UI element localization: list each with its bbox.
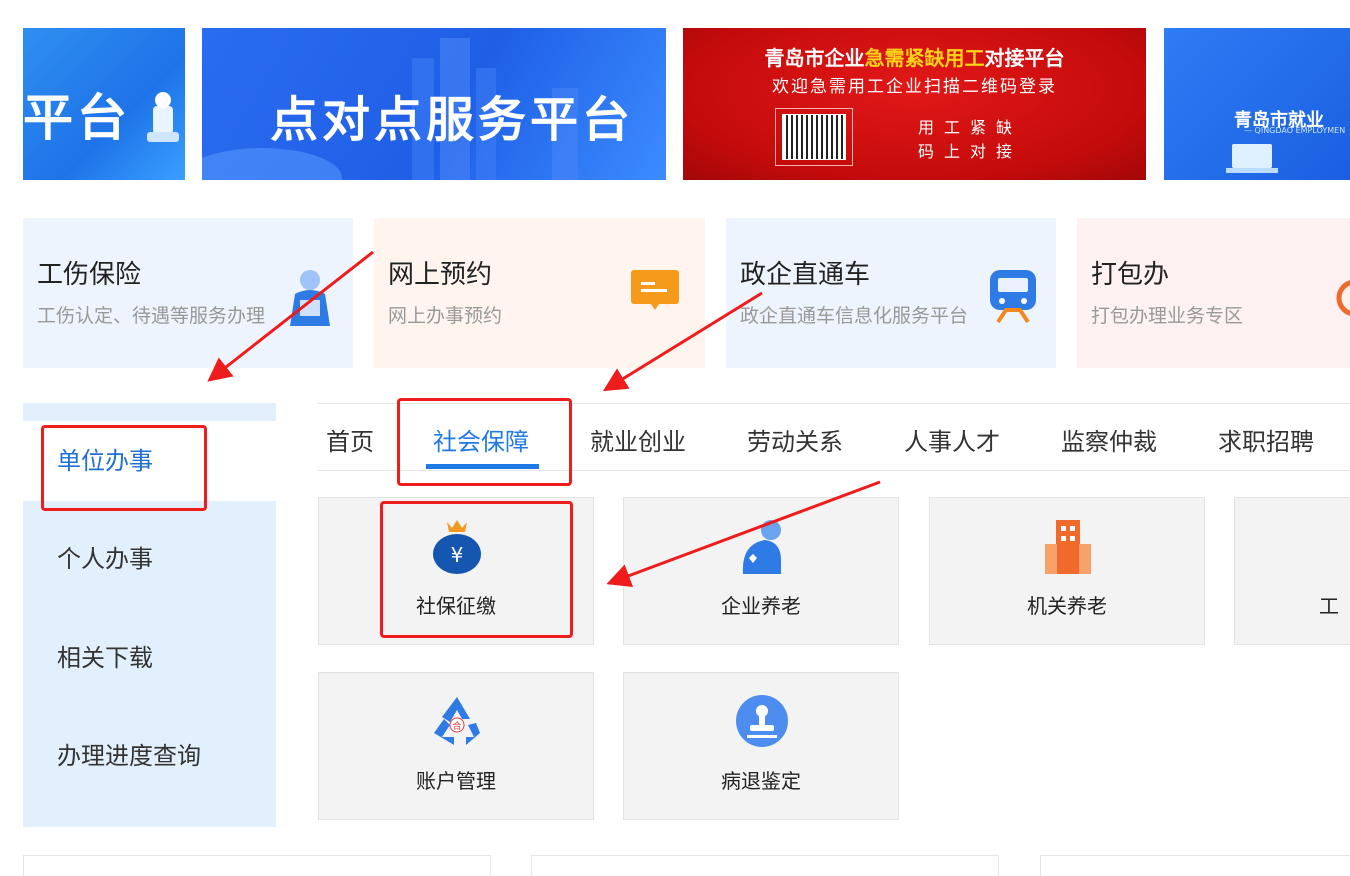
tile-illness-retirement[interactable]: 病退鉴定 — [623, 672, 899, 820]
annotation-box-social-tab — [397, 398, 572, 486]
service-title: 网上预约 — [388, 260, 493, 290]
tab-home[interactable]: 首页 — [326, 422, 374, 457]
bottom-panel-3 — [1040, 855, 1350, 876]
tile-enterprise-pension[interactable]: 企业养老 — [623, 497, 899, 645]
tab-arbitration[interactable]: 监察仲裁 — [1061, 422, 1157, 457]
banner-slogan-1: 用工紧缺 — [918, 118, 1023, 137]
bottom-panel-2 — [531, 855, 999, 876]
service-card-work-injury[interactable]: 工伤保险 工伤认定、待遇等服务办理 — [23, 218, 353, 368]
service-card-gov-express[interactable]: 政企直通车 政企直通车信息化服务平台 — [726, 218, 1056, 368]
laptop-icon — [1226, 144, 1278, 173]
building-icon — [1045, 520, 1091, 574]
bottom-panel-1 — [23, 855, 491, 876]
tile-label: 机关养老 — [1027, 594, 1107, 618]
tile-partial[interactable]: 工 — [1234, 497, 1350, 645]
robot-icon — [147, 92, 179, 142]
svg-text:合: 合 — [452, 720, 461, 732]
banner-headline: 青岛市企业急需紧缺用工对接平台 — [764, 46, 1065, 70]
banner-platform[interactable]: 平台 — [23, 28, 185, 180]
package-icon — [1336, 280, 1350, 316]
banner-qingdao-employment[interactable]: 青岛市就业 — QINGDAO EMPLOYMEN — [1164, 28, 1350, 180]
annotation-box-collection-tile — [380, 501, 573, 638]
tile-label: 工 — [1319, 594, 1339, 618]
train-icon — [990, 270, 1036, 324]
tile-label: 病退鉴定 — [721, 769, 801, 793]
tab-labor-relations[interactable]: 劳动关系 — [747, 422, 843, 457]
worker-icon — [290, 270, 330, 326]
tab-job-search[interactable]: 求职招聘 — [1218, 422, 1314, 457]
tile-label: 账户管理 — [416, 769, 496, 793]
qr-code-icon[interactable] — [782, 114, 846, 160]
service-card-online-booking[interactable]: 网上预约 网上办事预约 — [374, 218, 705, 368]
service-desc: 工伤认定、待遇等服务办理 — [37, 305, 266, 327]
banner-subline: 欢迎急需用工企业扫描二维码登录 — [772, 77, 1057, 97]
recycle-icon: 合 — [434, 697, 480, 745]
sidebar-item-progress[interactable]: 办理进度查询 — [23, 716, 276, 796]
tab-employment[interactable]: 就业创业 — [590, 422, 686, 457]
service-card-package[interactable]: 打包办 打包办理业务专区 — [1077, 218, 1350, 368]
tile-label: 企业养老 — [721, 594, 801, 618]
banner-slogan-2: 码上对接 — [918, 142, 1023, 161]
tab-personnel[interactable]: 人事人才 — [904, 422, 1000, 457]
service-desc: 打包办理业务专区 — [1091, 305, 1244, 327]
banner-title: 平台 — [23, 89, 131, 147]
banner-urgent-hiring[interactable]: 青岛市企业急需紧缺用工对接平台 欢迎急需用工企业扫描二维码登录 用工紧缺 码上对… — [683, 28, 1146, 180]
stamp-icon — [736, 695, 788, 747]
banner-title: 点对点服务平台 — [270, 92, 635, 148]
service-title: 打包办 — [1091, 260, 1170, 290]
elderly-icon — [742, 520, 781, 574]
tile-account-management[interactable]: 合 账户管理 — [318, 672, 594, 820]
tile-institution-pension[interactable]: 机关养老 — [929, 497, 1205, 645]
service-desc: 政企直通车信息化服务平台 — [740, 305, 969, 327]
banner-p2p-service[interactable]: 点对点服务平台 — [202, 28, 666, 180]
banner-subtitle: — QINGDAO EMPLOYMEN — [1244, 126, 1346, 135]
annotation-box-unit — [41, 425, 207, 511]
service-title: 工伤保险 — [37, 260, 142, 290]
sidebar-item-downloads[interactable]: 相关下载 — [23, 618, 276, 698]
message-icon — [631, 270, 679, 310]
sidebar-item-personal[interactable]: 个人办事 — [23, 519, 276, 599]
service-title: 政企直通车 — [740, 260, 871, 290]
service-desc: 网上办事预约 — [388, 305, 503, 327]
